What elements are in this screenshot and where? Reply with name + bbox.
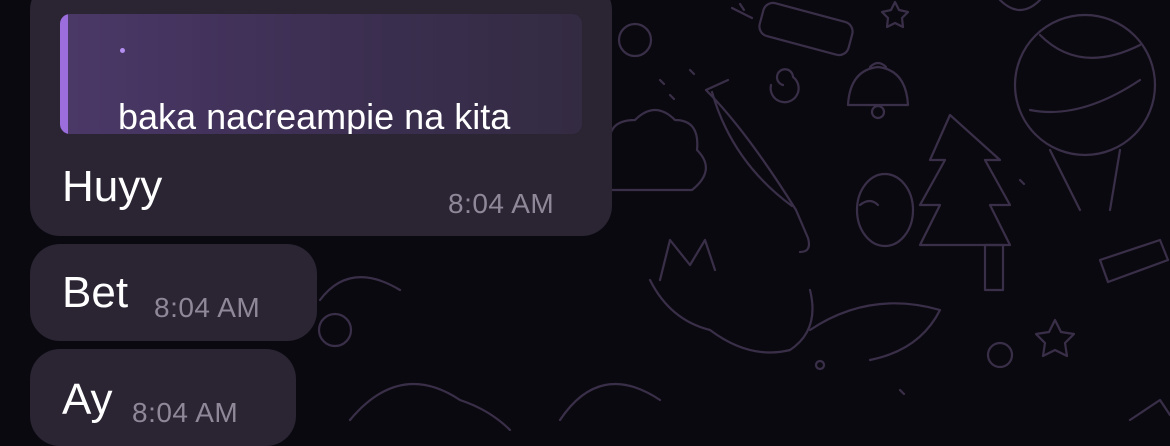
message-text: Ay	[62, 375, 113, 424]
reply-accent-bar	[60, 14, 68, 134]
message-bubble[interactable]: Ay 8:04 AM	[30, 349, 296, 446]
message-text: Huyy	[62, 162, 163, 211]
message-time: 8:04 AM	[448, 188, 555, 219]
reply-quote[interactable]: baka nacreampie na kita	[60, 14, 582, 134]
message-bubble[interactable]: Bet 8:04 AM	[30, 244, 317, 341]
message-time: 8:04 AM	[132, 397, 239, 428]
message-bubble[interactable]: baka nacreampie na kita Huyy 8:04 AM	[30, 0, 612, 236]
message-text: Bet	[62, 268, 129, 317]
message-time: 8:04 AM	[154, 292, 261, 323]
reply-author-indicator	[120, 48, 125, 53]
reply-text: baka nacreampie na kita	[118, 96, 511, 134]
